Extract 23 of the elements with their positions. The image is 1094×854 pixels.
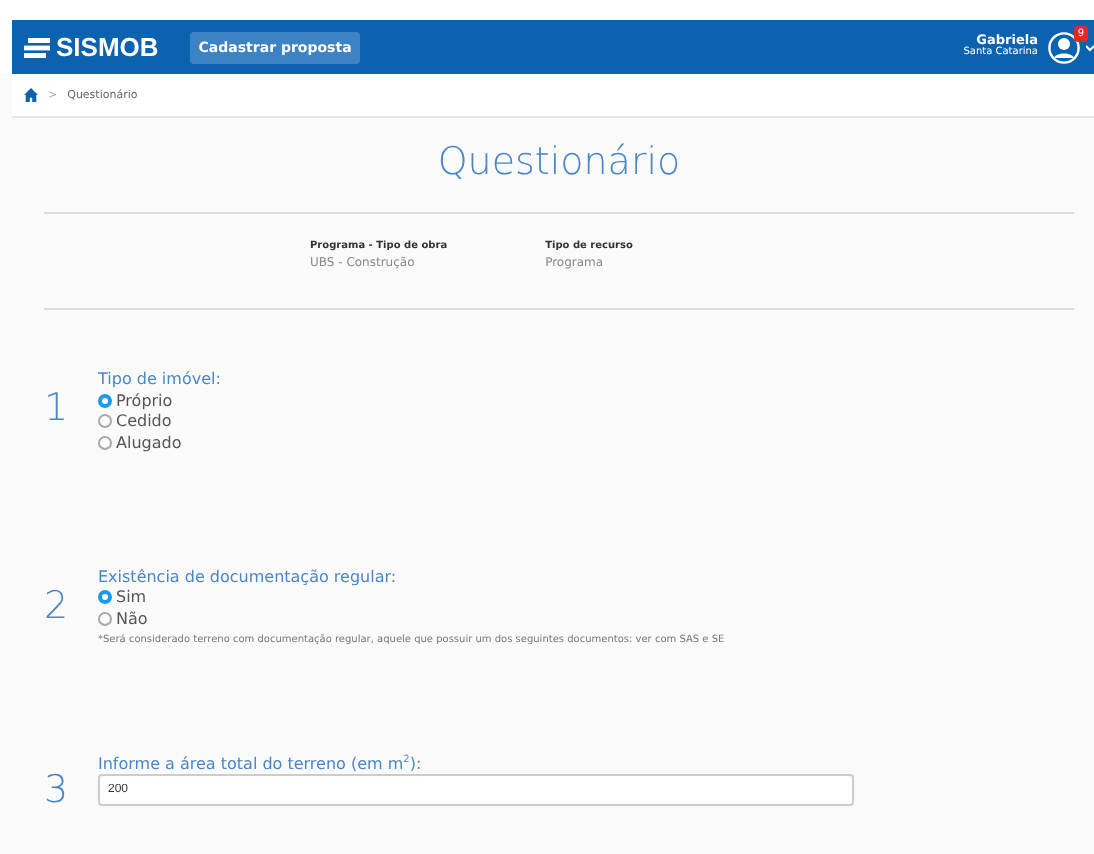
option-label[interactable]: Cedido xyxy=(116,412,172,431)
option-label[interactable]: Sim xyxy=(116,588,147,607)
home-icon[interactable] xyxy=(24,88,38,102)
option-label[interactable]: Não xyxy=(116,609,148,628)
logo-icon xyxy=(24,37,50,57)
radio-button[interactable] xyxy=(98,590,112,605)
question-label: Tipo de imóvel: xyxy=(98,370,223,388)
logo[interactable]: SISMOB xyxy=(24,32,159,62)
avatar-icon[interactable] xyxy=(1048,31,1080,63)
question-label: Informe a área total do terreno (em m$^{2}$): xyxy=(98,753,424,773)
radio-button[interactable] xyxy=(98,611,112,626)
question-label: Existência de documentação regular: xyxy=(98,567,399,585)
option-label[interactable]: Próprio xyxy=(116,391,173,410)
logo-text: SISMOB xyxy=(56,32,159,62)
question-number: 3 xyxy=(44,771,71,809)
caret-icon[interactable] xyxy=(1086,43,1094,51)
option-label[interactable]: Alugado xyxy=(116,433,182,452)
radio-button[interactable] xyxy=(98,435,112,450)
radio-button[interactable] xyxy=(98,414,112,429)
question-number: 2 xyxy=(44,587,71,625)
question-number: 1 xyxy=(44,390,71,428)
page-title: Questionário xyxy=(435,138,683,188)
radio-button[interactable] xyxy=(98,393,112,408)
